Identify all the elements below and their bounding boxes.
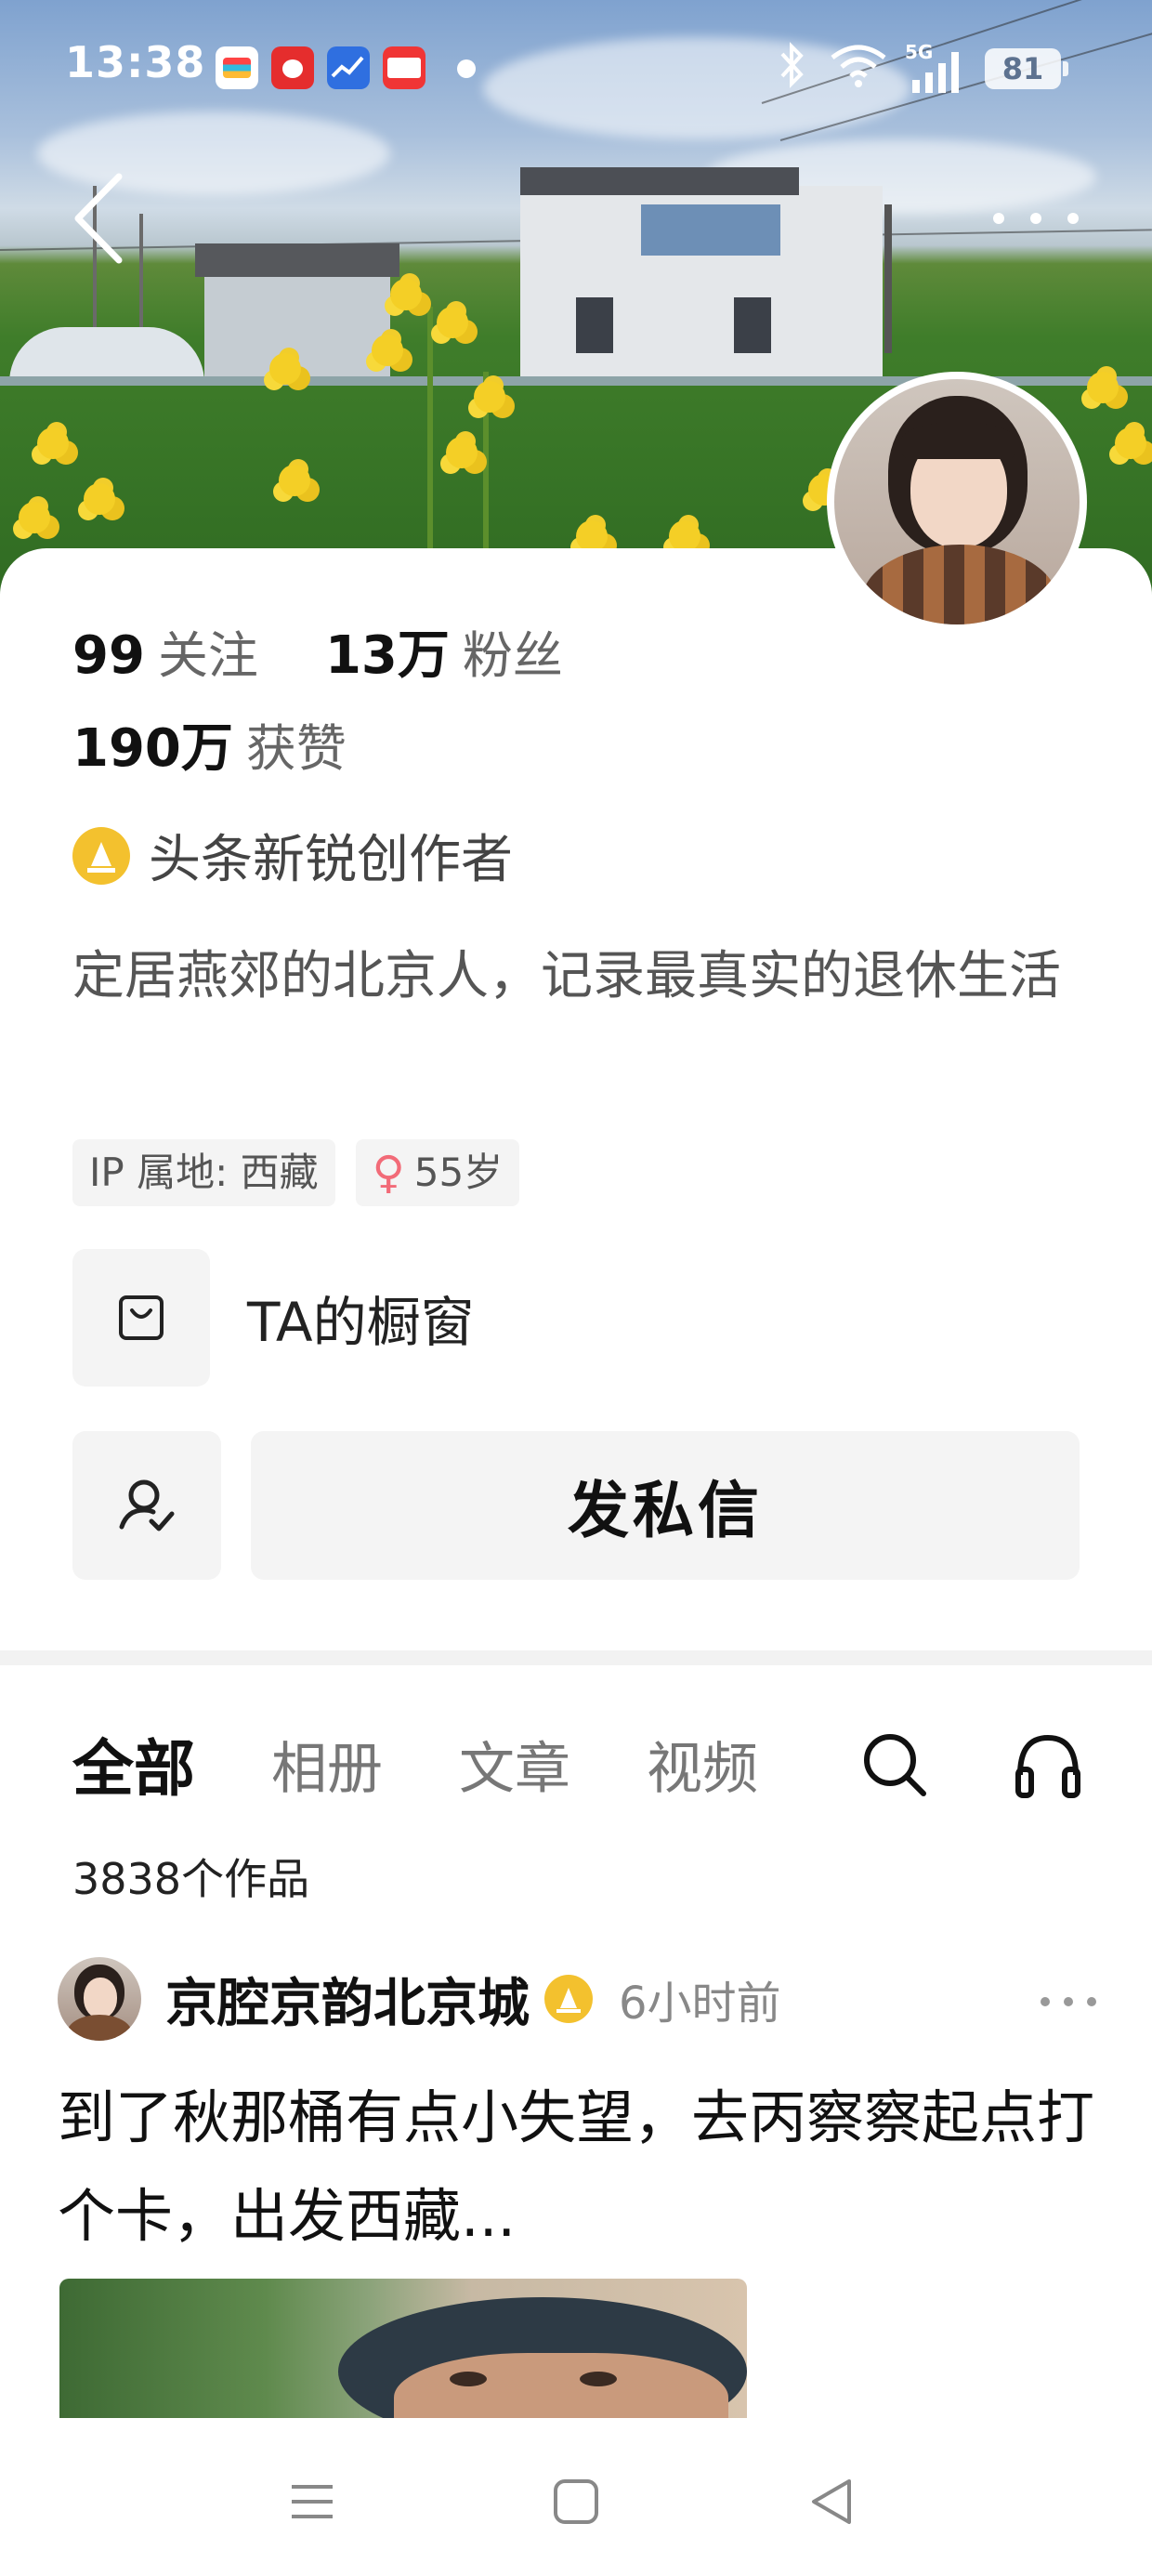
- system-back-button[interactable]: [805, 2474, 860, 2530]
- tab-all[interactable]: 全部: [72, 1719, 195, 1808]
- stocks-app-icon: [327, 46, 370, 89]
- verified-badge-icon: [544, 1975, 593, 2023]
- avatar: [834, 379, 1080, 624]
- post-video-thumbnail[interactable]: [59, 2279, 747, 2418]
- works-count: 3838个作品: [72, 1854, 310, 1904]
- age-label: 55岁: [413, 1150, 504, 1195]
- profile-avatar[interactable]: [827, 372, 1087, 632]
- profile-actions: 发私信: [72, 1431, 1080, 1580]
- creator-badge[interactable]: 头条新锐创作者: [72, 818, 513, 893]
- send-message-button[interactable]: 发私信: [251, 1431, 1080, 1580]
- home-button[interactable]: [548, 2474, 604, 2530]
- user-follow-icon: [119, 1479, 175, 1531]
- profile-bio: 定居燕郊的北京人，记录最真实的退休生活: [72, 946, 1061, 1006]
- post-author-avatar[interactable]: [58, 1957, 141, 2041]
- following-label[interactable]: 关注: [158, 614, 258, 688]
- post-content[interactable]: 到了秋那桶有点小失望，去丙察察起点打个卡，出发西藏...: [58, 2069, 1107, 2266]
- chevron-left-icon: [74, 173, 123, 264]
- search-icon: [864, 1734, 926, 1796]
- likes-count: 190万: [72, 718, 233, 779]
- creator-badge-icon: [72, 826, 130, 885]
- battery-indicator: 81: [985, 48, 1068, 89]
- shopping-app-icon: [271, 46, 314, 89]
- status-time: 13:38: [65, 37, 206, 87]
- ip-location-tag: IP 属地: 西藏: [72, 1139, 335, 1206]
- tab-articles[interactable]: 文章: [459, 1724, 570, 1805]
- system-navigation-bar: [0, 2418, 1152, 2576]
- wallet-app-icon: [216, 46, 258, 89]
- menu-icon: [292, 2485, 333, 2518]
- female-icon: ♀: [372, 1147, 405, 1199]
- post-more-button[interactable]: [1039, 1994, 1098, 2007]
- wifi-icon: [829, 41, 888, 99]
- ip-location-label: IP 属地: 西藏: [89, 1150, 319, 1195]
- section-divider: [0, 1650, 1152, 1665]
- followers-label[interactable]: 粉丝: [463, 614, 563, 688]
- creator-badge-label: 头条新锐创作者: [149, 830, 513, 890]
- headphones-icon: [1015, 1734, 1080, 1798]
- age-gender-tag: ♀ 55岁: [355, 1139, 520, 1206]
- followers-count[interactable]: 13万: [325, 613, 450, 689]
- notification-dot-icon: [457, 59, 476, 78]
- bluetooth-icon: [777, 41, 806, 99]
- shop-window-label: TA的橱窗: [247, 1291, 475, 1354]
- square-home-icon: [554, 2479, 598, 2524]
- tab-album[interactable]: 相册: [271, 1724, 383, 1805]
- search-button[interactable]: [857, 1727, 931, 1801]
- shopping-bag-icon: [72, 1249, 210, 1387]
- back-button[interactable]: [65, 167, 139, 269]
- listen-button[interactable]: [1011, 1728, 1085, 1803]
- recent-apps-button[interactable]: [284, 2474, 340, 2530]
- post-header: 京腔京韵北京城 6小时前: [58, 1957, 1098, 2041]
- following-count[interactable]: 99: [72, 625, 145, 686]
- post-author-name[interactable]: 京腔京韵北京城: [165, 1962, 530, 2037]
- follow-button[interactable]: [72, 1431, 221, 1580]
- triangle-back-icon: [812, 2479, 851, 2524]
- more-options-button[interactable]: [985, 204, 1087, 232]
- tab-videos[interactable]: 视频: [647, 1724, 758, 1805]
- likes-label: 获赞: [245, 719, 347, 778]
- post-timestamp: 6小时前: [619, 1978, 781, 2030]
- profile-stats: 99 关注 13万 粉丝 190万 获赞: [72, 613, 630, 799]
- more-dots-icon: [993, 213, 1079, 224]
- status-bar: 13:38 5G 81: [0, 0, 1152, 130]
- profile-tags: IP 属地: 西藏 ♀ 55岁: [72, 1139, 520, 1206]
- content-tabs: 全部 相册 文章 视频: [72, 1719, 834, 1808]
- toutiao-app-icon: [383, 46, 425, 89]
- shop-window-entry[interactable]: TA的橱窗: [72, 1249, 475, 1387]
- more-dots-icon: [1041, 1997, 1096, 2006]
